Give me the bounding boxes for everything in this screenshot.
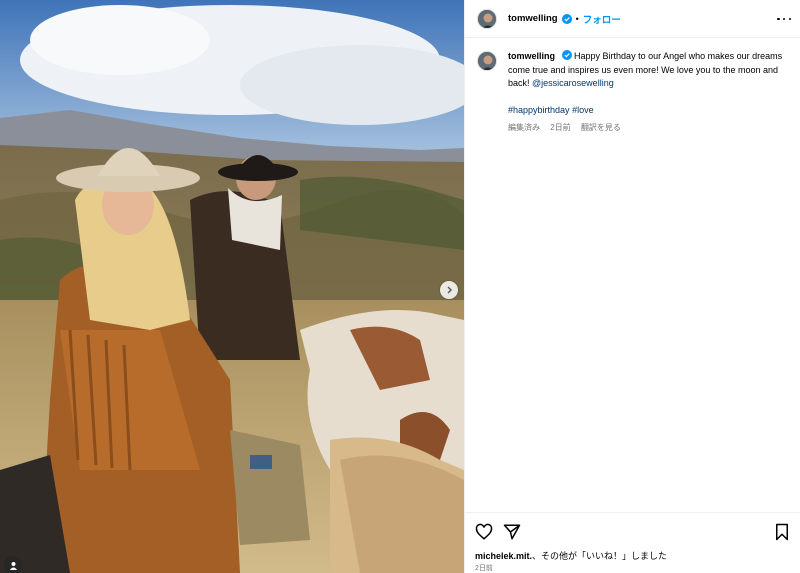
chevron-right-icon [447,286,452,294]
caption-body: tomwelling Happy Birthday to our Angel w… [508,50,795,135]
user-tag-icon [9,561,17,570]
caption-mention[interactable]: @jessicarosewelling [532,78,614,88]
caption-avatar[interactable] [477,51,497,71]
caption-username[interactable]: tomwelling [508,51,555,61]
post-dialog: tomwelling • フォロー tomwelling Happy Birth… [0,0,800,573]
follow-button[interactable]: フォロー [583,12,621,26]
post-photo [0,0,464,573]
avatar[interactable] [477,8,497,29]
caption-time: 2日前 [550,123,571,132]
liker-username[interactable]: michelek.mit. [475,551,532,561]
caption-meta: 編集済み 2日前 翻訳を見る [508,121,795,135]
avatar-image [478,9,496,28]
action-bar [465,512,800,550]
caption: tomwelling Happy Birthday to our Angel w… [477,50,795,135]
more-options-icon [777,17,780,21]
avatar-image [478,52,496,70]
edited-label: 編集済み [508,123,540,132]
likes-text: 、その他が「いいね！」しました [532,551,668,561]
more-dot [782,17,786,21]
post-side-panel: tomwelling • フォロー tomwelling Happy Birth… [464,0,800,573]
post-date: 2日前 [475,565,493,572]
next-image-button[interactable] [440,281,458,299]
send-icon[interactable] [503,523,521,541]
header-username[interactable]: tomwelling [508,13,558,24]
verified-badge-icon [561,50,572,60]
bookmark-icon[interactable] [773,523,791,541]
see-translation-link[interactable]: 翻訳を見る [581,123,621,132]
heart-icon[interactable] [475,523,493,541]
caption-hashtags: #happybirthday #love [508,104,795,118]
more-options-button[interactable] [777,12,791,26]
photo-scene [0,0,464,573]
hashtag-link[interactable]: #love [572,105,594,115]
more-dot [788,17,791,21]
likes-summary: michelek.mit.、その他が「いいね！」しました [475,549,667,562]
verified-badge-icon [561,13,572,24]
post-header: tomwelling • フォロー [465,0,800,38]
tagged-users-button[interactable] [4,556,22,573]
separator-dot: • [575,13,579,24]
hashtag-link[interactable]: #happybirthday [508,105,570,115]
caption-text-block: tomwelling Happy Birthday to our Angel w… [508,50,795,91]
